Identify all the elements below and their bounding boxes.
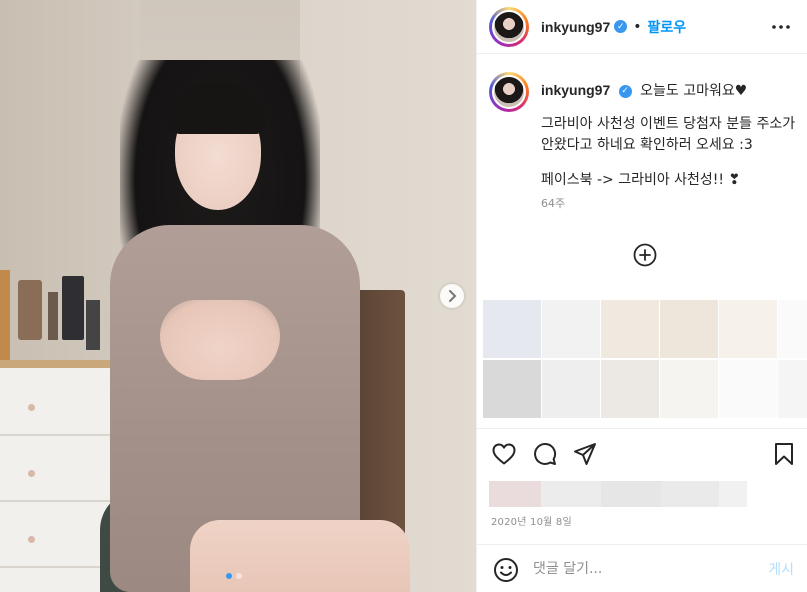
bookmark-icon: [775, 443, 793, 465]
post-date[interactable]: 2020년 10월 8일: [491, 513, 572, 528]
carousel-indicator: [226, 573, 242, 579]
like-button[interactable]: [491, 441, 517, 467]
photo-dress-cutout: [160, 300, 280, 380]
follow-button[interactable]: 팔로우: [648, 17, 687, 37]
comment-input[interactable]: [533, 557, 753, 581]
caption-paragraph-2: 그라비아 사천성 이벤트 당첨자 분들 주소가 안왔다고 하네요 확인하러 오세…: [541, 116, 796, 153]
header-separator: •: [633, 18, 642, 35]
carousel-dot-2: [236, 573, 242, 579]
chevron-right-icon: [449, 290, 457, 302]
avatar-image: [492, 9, 526, 44]
post-comment-button[interactable]: 게시: [768, 559, 794, 579]
blurred-comments-area: [483, 300, 807, 420]
carousel-dot-1: [226, 573, 232, 579]
emoji-button[interactable]: [493, 557, 519, 583]
verified-badge-icon: ✓: [614, 20, 628, 33]
load-more-comments-button[interactable]: [633, 243, 657, 267]
caption-body: inkyung97 ✓ 오늘도 고마워요♥ 그라비아 사천성 이벤트 당첨자 분…: [541, 80, 803, 214]
author-avatar[interactable]: [489, 6, 529, 47]
share-icon: [574, 443, 596, 465]
photo-legs: [190, 520, 410, 592]
comment-button[interactable]: [532, 441, 558, 467]
blurred-likes: [489, 481, 747, 507]
author-username[interactable]: inkyung97: [541, 19, 610, 35]
plus-circle-icon: [633, 243, 657, 267]
more-horizontal-icon: [772, 25, 790, 29]
post-side-panel: inkyung97 ✓ • 팔로우 inkyung97 ✓ 오늘도 고마워요♥ …: [476, 0, 807, 592]
next-slide-button[interactable]: [440, 284, 464, 308]
caption-username[interactable]: inkyung97: [541, 82, 610, 98]
comment-icon: [534, 443, 557, 465]
avatar-image: [492, 75, 526, 109]
caption-paragraph-3: 페이스북 -> 그라비아 사천성!! ❣: [541, 172, 741, 188]
emoji-icon: [494, 558, 518, 582]
caption-line-1: 오늘도 고마워요♥: [640, 83, 748, 99]
share-button[interactable]: [572, 441, 598, 467]
post-actions-bar: [477, 428, 807, 478]
caption-time-ago[interactable]: 64주: [541, 193, 803, 214]
photo-shelf-items: [0, 270, 110, 360]
comment-form: 게시: [477, 544, 807, 592]
post-photo[interactable]: [0, 0, 476, 592]
caption-author-avatar[interactable]: [489, 72, 529, 112]
more-options-button[interactable]: [770, 16, 792, 38]
heart-icon: [492, 443, 516, 465]
save-button[interactable]: [771, 441, 797, 467]
post-header: inkyung97 ✓ • 팔로우: [477, 0, 807, 54]
verified-badge-icon: ✓: [618, 84, 632, 98]
